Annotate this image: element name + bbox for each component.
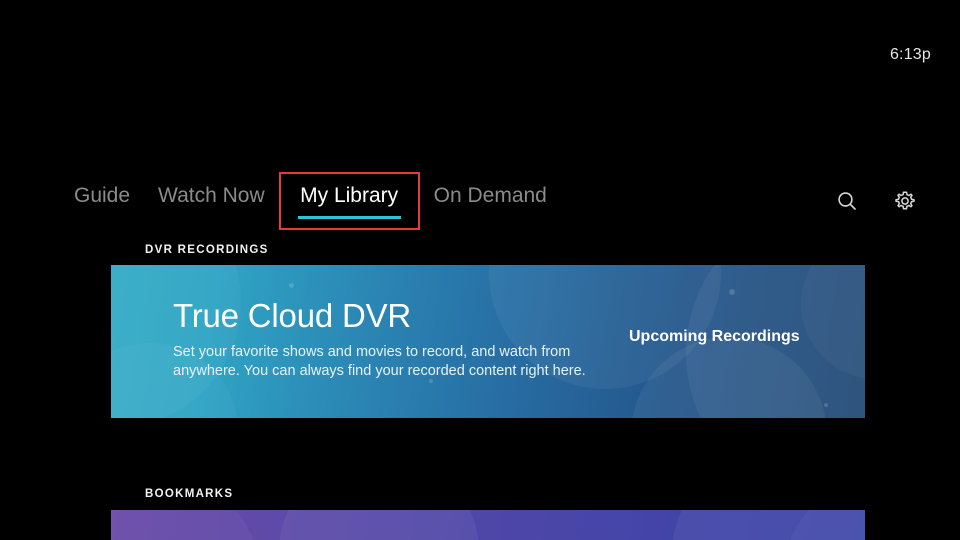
row-label-dvr-recordings: DVR RECORDINGS (145, 244, 269, 256)
row-label-bookmarks: BOOKMARKS (145, 488, 234, 500)
tab-my-library[interactable]: My Library (278, 172, 420, 230)
tab-my-library-underline (297, 216, 401, 219)
nav-tab-list: Guide Watch Now My Library On Demand (60, 172, 561, 230)
tab-guide[interactable]: Guide (60, 172, 144, 209)
tab-on-demand[interactable]: On Demand (420, 172, 561, 209)
dvr-banner-title: True Cloud DVR (173, 297, 412, 334)
tab-on-demand-label: On Demand (433, 184, 547, 207)
dvr-banner-description: Set your favorite shows and movies to re… (173, 344, 586, 379)
tab-my-library-label: My Library (300, 184, 399, 207)
tab-guide-label: Guide (74, 184, 131, 207)
clock: 6:13p (889, 46, 931, 63)
tab-watch-now[interactable]: Watch Now (144, 172, 279, 209)
search-icon[interactable] (834, 188, 860, 214)
top-navigation-bar: Guide Watch Now My Library On Demand (0, 172, 960, 230)
bookmarks-banner-decoration-bubbles (111, 510, 865, 540)
gear-icon[interactable] (892, 188, 918, 214)
nav-icon-group (834, 188, 918, 214)
dvr-banner-text-block: True Cloud DVR Set your favorite shows a… (173, 297, 603, 381)
upcoming-recordings-link[interactable]: Upcoming Recordings (629, 328, 800, 346)
tab-watch-now-label: Watch Now (158, 184, 265, 207)
dvr-recordings-banner[interactable]: True Cloud DVR Set your favorite shows a… (111, 265, 865, 418)
bookmarks-banner[interactable] (111, 510, 865, 540)
